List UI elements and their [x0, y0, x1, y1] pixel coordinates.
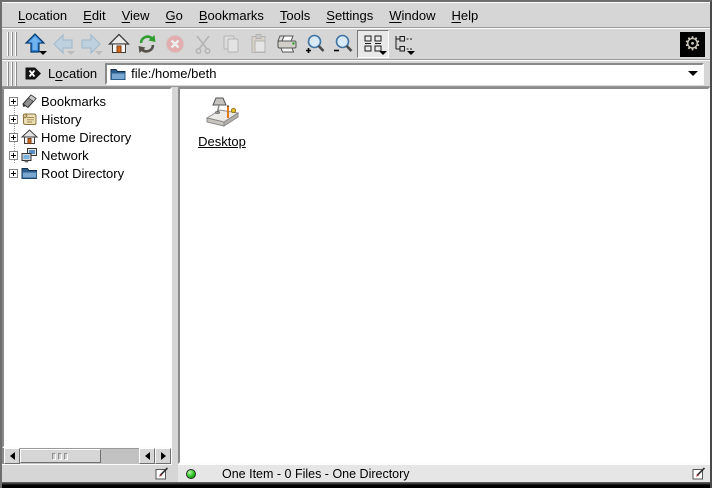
expand-plus-icon[interactable]	[9, 97, 18, 106]
zoom-in-button[interactable]	[301, 30, 329, 58]
copy-button	[217, 30, 245, 58]
home-directory-icon	[21, 129, 38, 145]
menu-bookmarks[interactable]: Bookmarks	[191, 5, 272, 26]
icon-view-dropdown-arrow[interactable]	[379, 51, 387, 55]
reload-icon	[136, 33, 158, 55]
clear-location-button[interactable]	[25, 67, 42, 80]
bookmarks-icon	[21, 93, 38, 109]
back-dropdown-arrow	[67, 51, 75, 55]
menu-window[interactable]: Window	[381, 5, 443, 26]
forward-dropdown-arrow	[95, 51, 103, 55]
root-directory-icon	[21, 165, 38, 181]
menu-location[interactable]: Location	[10, 5, 75, 26]
tree-view-button[interactable]	[389, 30, 417, 58]
menu-bar: Location Edit View Go Bookmarks Tools Se…	[2, 2, 710, 28]
location-toolbar-grip[interactable]	[7, 62, 17, 86]
sidebar-horizontal-scrollbar[interactable]	[2, 448, 172, 464]
expand-plus-icon[interactable]	[9, 133, 18, 142]
up-button[interactable]	[21, 30, 49, 58]
menu-edit[interactable]: Edit	[75, 5, 113, 26]
up-dropdown-arrow[interactable]	[39, 51, 47, 55]
back-button	[49, 30, 77, 58]
sidebar-tree: Bookmarks History	[2, 87, 172, 448]
status-bar: One Item - 0 Files - One Directory	[178, 464, 710, 482]
tree-view-dropdown-arrow[interactable]	[407, 51, 415, 55]
icon-view-button[interactable]	[357, 30, 389, 58]
cut-icon	[192, 33, 214, 55]
scroll-right-button[interactable]	[155, 448, 171, 464]
main-toolbar: ⚙	[2, 28, 710, 60]
desktop-folder-icon	[203, 94, 241, 130]
location-toolbar: Location	[2, 60, 710, 87]
menu-go[interactable]: Go	[158, 5, 191, 26]
cut-button	[189, 30, 217, 58]
folder-view[interactable]: Desktop	[178, 87, 710, 464]
menu-help[interactable]: Help	[444, 5, 487, 26]
file-item-label[interactable]: Desktop	[198, 134, 246, 149]
copy-icon	[220, 33, 242, 55]
forward-button	[77, 30, 105, 58]
stop-icon	[164, 33, 186, 55]
reload-button[interactable]	[133, 30, 161, 58]
scroll-left-button-2[interactable]	[139, 448, 155, 464]
sidebar-item-history[interactable]: History	[8, 110, 170, 128]
sidebar-item-root-directory[interactable]: Root Directory	[8, 164, 170, 182]
print-icon	[276, 33, 298, 55]
main-column: Desktop One Item - 0 Files - One Directo…	[178, 87, 710, 482]
sidebar-status-strip	[2, 464, 172, 482]
stop-button	[161, 30, 189, 58]
scroll-left-button[interactable]	[4, 448, 20, 464]
right-arrow-icon	[161, 452, 166, 460]
home-icon	[108, 33, 130, 55]
pane-indicator-icon[interactable]	[692, 467, 706, 480]
sidebar-item-home-directory[interactable]: Home Directory	[8, 128, 170, 146]
sidebar-item-network[interactable]: Network	[8, 146, 170, 164]
menu-view[interactable]: View	[114, 5, 158, 26]
zoom-in-icon	[304, 33, 326, 55]
sidebar-item-bookmarks[interactable]: Bookmarks	[8, 92, 170, 110]
left-arrow-icon	[10, 452, 15, 460]
menu-tools[interactable]: Tools	[272, 5, 318, 26]
location-combobox	[105, 63, 704, 85]
scrollbar-track[interactable]	[20, 448, 139, 464]
zoom-out-icon	[332, 33, 354, 55]
konqueror-gear-logo[interactable]: ⚙	[680, 32, 705, 57]
location-label: Location	[48, 66, 97, 81]
expand-plus-icon[interactable]	[9, 115, 18, 124]
content-area: Bookmarks History	[2, 87, 710, 482]
location-dropdown-button[interactable]	[686, 71, 700, 76]
chevron-down-icon	[688, 71, 698, 76]
left-arrow-icon	[145, 452, 150, 460]
history-icon	[21, 111, 38, 127]
paste-icon	[248, 33, 270, 55]
folder-icon	[110, 67, 126, 81]
konqueror-window: Location Edit View Go Bookmarks Tools Se…	[0, 0, 712, 488]
pane-indicator-icon[interactable]	[155, 467, 169, 480]
expand-plus-icon[interactable]	[9, 169, 18, 178]
paste-button	[245, 30, 273, 58]
status-text: One Item - 0 Files - One Directory	[222, 467, 410, 481]
sidebar-column: Bookmarks History	[2, 87, 172, 482]
zoom-out-button[interactable]	[329, 30, 357, 58]
file-item-desktop[interactable]: Desktop	[190, 94, 254, 149]
toolbar-grip[interactable]	[7, 32, 17, 56]
print-button[interactable]	[273, 30, 301, 58]
network-icon	[21, 147, 38, 163]
window-bottom-frame	[2, 482, 710, 488]
location-input[interactable]	[129, 66, 686, 81]
status-led-icon	[186, 469, 196, 479]
clear-location-icon	[25, 67, 42, 80]
expand-plus-icon[interactable]	[9, 151, 18, 160]
scrollbar-thumb[interactable]	[20, 449, 101, 463]
home-button[interactable]	[105, 30, 133, 58]
menu-settings[interactable]: Settings	[318, 5, 381, 26]
